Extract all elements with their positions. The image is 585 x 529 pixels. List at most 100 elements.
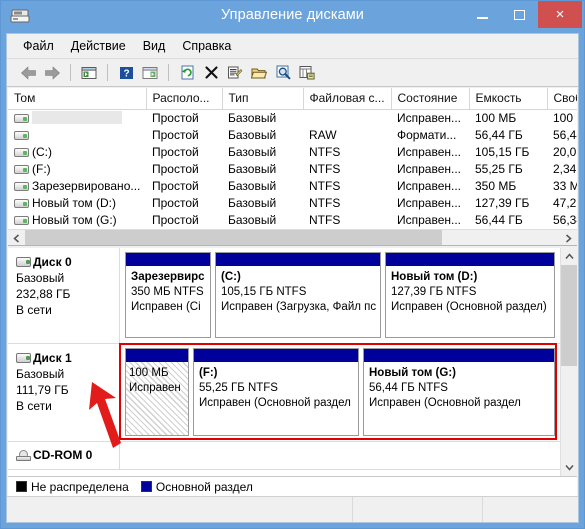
- partition-system-reserved[interactable]: Зарезервирс 350 МБ NTFS Исправен (Сі: [125, 252, 211, 338]
- table-row[interactable]: Новый том (G:) Простой Базовый NTFS Испр…: [8, 212, 577, 229]
- cell-layout: Простой: [146, 144, 222, 161]
- column-header-type[interactable]: Тип: [222, 88, 303, 110]
- vertical-scroll-thumb[interactable]: [561, 265, 577, 366]
- disk-info-1[interactable]: Диск 1 Базовый 111,79 ГБ В сети: [8, 344, 120, 441]
- partition-size: 56,44 ГБ NTFS: [369, 381, 554, 396]
- column-header-capacity[interactable]: Емкость: [469, 88, 547, 110]
- partition-d[interactable]: Новый том (D:) 127,39 ГБ NTFS Исправен (…: [385, 252, 555, 338]
- disk-1-title: Диск 1: [16, 350, 115, 366]
- disk-management-window: Управление дисками × Файл Действие Вид С…: [0, 0, 585, 529]
- horizontal-scroll-track[interactable]: [25, 230, 560, 246]
- legend-bar: Не распределена Основной раздел: [8, 476, 577, 496]
- scroll-up-icon[interactable]: [561, 248, 577, 265]
- cell-layout: Простой: [146, 127, 222, 144]
- cell-free: 56,44: [547, 127, 577, 144]
- rescan-disks-icon[interactable]: [176, 62, 198, 84]
- back-arrow-icon[interactable]: [17, 62, 39, 84]
- partition-size: 127,39 ГБ NTFS: [391, 285, 554, 300]
- svg-text:?: ?: [123, 68, 129, 79]
- horizontal-scrollbar[interactable]: [8, 229, 577, 247]
- vertical-scroll-track[interactable]: [561, 265, 577, 459]
- menu-item-view[interactable]: Вид: [137, 36, 177, 57]
- volume-icon: [14, 114, 29, 123]
- partition-status: Исправен (Сі: [131, 300, 210, 315]
- column-header-status[interactable]: Состояние: [391, 88, 469, 110]
- partition-label: Зарезервирс: [131, 270, 210, 285]
- properties-icon[interactable]: [224, 62, 246, 84]
- close-button[interactable]: ×: [538, 1, 582, 28]
- graphical-view-pane[interactable]: Диск 0 Базовый 232,88 ГБ В сети Зарезерв…: [8, 248, 577, 476]
- scroll-down-icon[interactable]: [561, 459, 577, 476]
- volume-list-pane[interactable]: Том Располо... Тип Файловая с... Состоян…: [8, 88, 577, 246]
- disk-0-partitions: Зарезервирс 350 МБ NTFS Исправен (Сі (C:…: [120, 248, 560, 343]
- cdrom-partitions: [120, 442, 560, 469]
- cell-free: 100 М: [547, 110, 577, 127]
- minimize-button[interactable]: [464, 1, 501, 28]
- cell-type: Базовый: [222, 178, 303, 195]
- table-row[interactable]: Зарезервировано... Простой Базовый NTFS …: [8, 178, 577, 195]
- tool-bar: ?: [7, 59, 578, 87]
- disk-icon: [16, 353, 31, 363]
- disk-info-0[interactable]: Диск 0 Базовый 232,88 ГБ В сети: [8, 248, 120, 343]
- table-row[interactable]: Новый том (D:) Простой Базовый NTFS Испр…: [8, 195, 577, 212]
- scroll-left-icon[interactable]: [8, 230, 25, 246]
- partition-f[interactable]: (F:) 55,25 ГБ NTFS Исправен (Основной ра…: [193, 348, 359, 436]
- cell-type: Базовый: [222, 127, 303, 144]
- cell-layout: Простой: [146, 178, 222, 195]
- delete-icon[interactable]: [200, 62, 222, 84]
- disk-row-0[interactable]: Диск 0 Базовый 232,88 ГБ В сети Зарезерв…: [8, 248, 560, 344]
- cell-free: 20,06: [547, 144, 577, 161]
- cell-status: Исправен...: [391, 161, 469, 178]
- menu-item-file[interactable]: Файл: [17, 36, 65, 57]
- cell-filesystem: NTFS: [303, 144, 391, 161]
- cell-volume-name: (F:): [8, 161, 146, 178]
- cell-volume-name: Зарезервировано...: [8, 178, 146, 195]
- partition-c[interactable]: (C:) 105,15 ГБ NTFS Исправен (Загрузка, …: [215, 252, 381, 338]
- menu-item-action[interactable]: Действие: [65, 36, 137, 57]
- cell-filesystem: NTFS: [303, 212, 391, 229]
- disk-row-1[interactable]: Диск 1 Базовый 111,79 ГБ В сети 100 МБ: [8, 344, 560, 442]
- partition-g[interactable]: Новый том (G:) 56,44 ГБ NTFS Исправен (О…: [363, 348, 555, 436]
- partition-status: Исправен (Загрузка, Файл пс: [221, 300, 380, 315]
- export-list-icon[interactable]: [296, 62, 318, 84]
- column-header-filesystem[interactable]: Файловая с...: [303, 88, 391, 110]
- menu-item-help[interactable]: Справка: [176, 36, 242, 57]
- graphical-view-scroll-area: Диск 0 Базовый 232,88 ГБ В сети Зарезерв…: [8, 248, 560, 476]
- disk-row-cdrom[interactable]: CD-ROM 0: [8, 442, 560, 470]
- search-icon[interactable]: [272, 62, 294, 84]
- partition-unallocated-100mb[interactable]: 100 МБ Исправен: [125, 348, 189, 436]
- open-folder-icon[interactable]: [248, 62, 270, 84]
- cell-volume-name: Новый том (D:): [8, 195, 146, 212]
- vertical-scrollbar[interactable]: [560, 248, 577, 476]
- maximize-button[interactable]: [501, 1, 538, 28]
- cell-capacity: 56,44 ГБ: [469, 127, 547, 144]
- cdrom-info[interactable]: CD-ROM 0: [8, 442, 120, 469]
- horizontal-scroll-thumb[interactable]: [25, 230, 442, 246]
- table-row[interactable]: Простой Базовый Исправен... 100 МБ 100 М: [8, 110, 577, 127]
- table-row[interactable]: (C:) Простой Базовый NTFS Исправен... 10…: [8, 144, 577, 161]
- partition-size: 350 МБ NTFS: [131, 285, 210, 300]
- column-header-layout[interactable]: Располо...: [146, 88, 222, 110]
- cdrom-title: CD-ROM 0: [16, 447, 115, 463]
- column-header-free[interactable]: Своб: [547, 88, 577, 110]
- cell-type: Базовый: [222, 212, 303, 229]
- cell-volume-name: (C:): [8, 144, 146, 161]
- status-bar-cell-3: [483, 497, 578, 522]
- column-header-volume[interactable]: Том: [8, 88, 146, 110]
- legend-item-primary-partition: Основной раздел: [141, 480, 253, 494]
- show-hide-console-tree-icon[interactable]: [78, 62, 100, 84]
- help-icon[interactable]: ?: [115, 62, 137, 84]
- table-row[interactable]: Простой Базовый RAW Формати... 56,44 ГБ …: [8, 127, 577, 144]
- partition-details: (C:) 105,15 ГБ NTFS Исправен (Загрузка, …: [216, 266, 380, 337]
- cell-layout: Простой: [146, 195, 222, 212]
- cell-free: 33 МБ: [547, 178, 577, 195]
- cell-free: 2,34 Г: [547, 161, 577, 178]
- forward-arrow-icon[interactable]: [41, 62, 63, 84]
- partition-color-bar: [386, 253, 554, 266]
- partition-details: 100 МБ Исправен: [126, 362, 188, 435]
- disk-1-partitions: 100 МБ Исправен (F:) 55,25 ГБ NTFS Испра…: [120, 344, 560, 441]
- scroll-right-icon[interactable]: [560, 230, 577, 246]
- show-action-pane-icon[interactable]: [139, 62, 161, 84]
- table-row[interactable]: (F:) Простой Базовый NTFS Исправен... 55…: [8, 161, 577, 178]
- partition-color-bar: [216, 253, 380, 266]
